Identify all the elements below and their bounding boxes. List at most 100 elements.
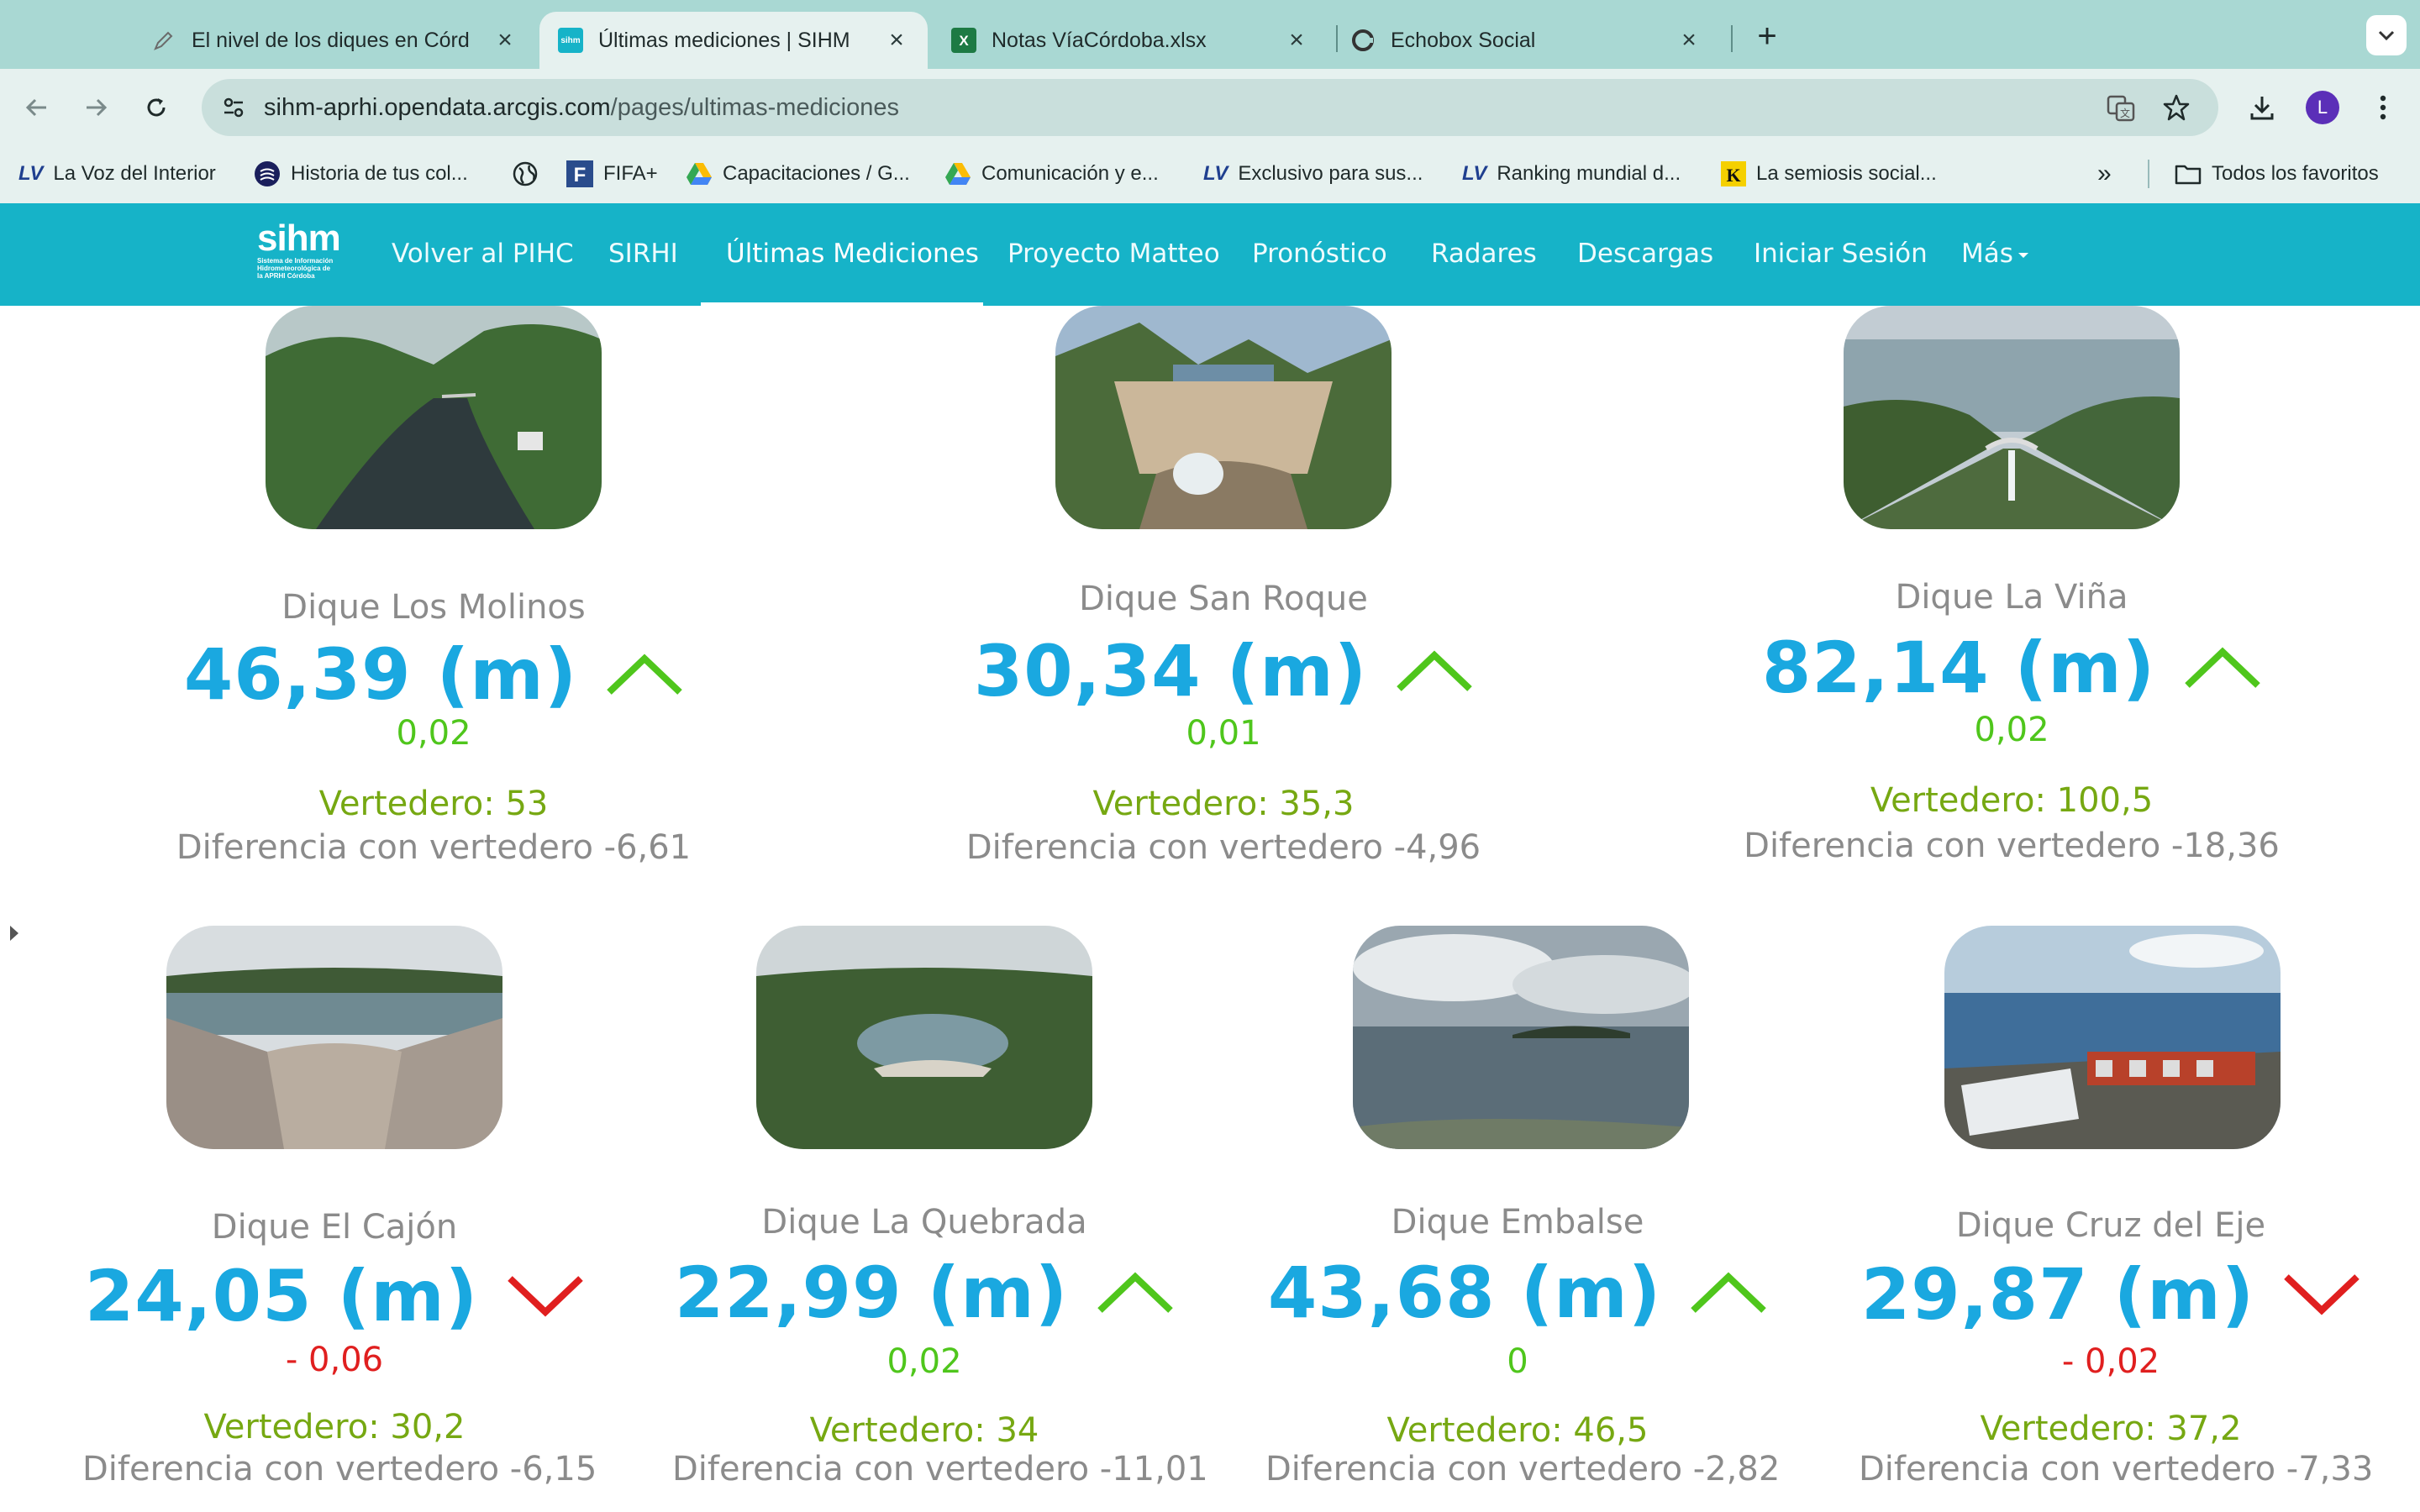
close-icon[interactable]: × <box>1676 26 1702 55</box>
sihm-favicon-icon: sihm <box>558 28 583 53</box>
bookmark-comunicacion[interactable]: Comunicación y e... <box>944 160 1159 188</box>
trend-up-icon <box>1690 1272 1767 1314</box>
download-icon <box>2250 97 2274 120</box>
nav-radares[interactable]: Radares <box>1431 239 1537 269</box>
pencil-icon <box>151 28 176 53</box>
svg-text:文: 文 <box>2120 107 2130 119</box>
trend-up-icon <box>1396 650 1473 692</box>
dam-difference: Diferencia con vertedero -4,96 <box>965 828 1481 867</box>
bookmark-semiosis[interactable]: K La semiosis social... <box>1721 160 1937 188</box>
back-button[interactable] <box>17 87 57 128</box>
close-icon[interactable]: × <box>884 26 909 55</box>
dam-difference: Diferencia con vertedero -6,61 <box>176 828 692 867</box>
new-tab-button[interactable]: + <box>1746 17 1788 59</box>
dam-delta: 0,02 <box>396 714 471 753</box>
svg-text:sihm: sihm <box>560 36 580 45</box>
dam-difference: Diferencia con vertedero -2,82 <box>1265 1450 1781 1488</box>
url-host: sihm-aprhi.opendata.arcgis.com <box>264 94 611 121</box>
nav-pronostico[interactable]: Pronóstico <box>1252 239 1387 269</box>
browser-toolbar: sihm-aprhi.opendata.arcgis.com/pages/ult… <box>0 69 2420 144</box>
browser-menu-button[interactable] <box>2363 87 2403 128</box>
dam-level: 24,05 (m) <box>82 1255 587 1337</box>
bookmark-label: Historia de tus col... <box>291 162 468 185</box>
drive-icon <box>686 161 713 186</box>
tab-separator <box>1731 25 1733 52</box>
nav-ultimas-mediciones[interactable]: Últimas Mediciones <box>726 239 979 269</box>
dam-level-value: 22,99 (m) <box>674 1252 1069 1334</box>
side-panel-toggle-icon[interactable] <box>10 926 18 941</box>
tab-diques-article[interactable]: El nivel de los diques en Córd × <box>133 12 536 69</box>
bookmark-label: Todos los favoritos <box>2212 162 2379 185</box>
dam-name: Dique Embalse <box>1391 1203 1644 1242</box>
dam-spillway: Vertedero: 34 <box>809 1411 1039 1450</box>
dam-delta: 0,02 <box>1974 711 2049 749</box>
tab-sihm[interactable]: sihm Últimas mediciones | SIHM × <box>539 12 928 69</box>
tab-label: Echobox Social <box>1391 28 1536 52</box>
translate-icon[interactable]: 文 <box>2106 92 2136 123</box>
bookmark-globe[interactable] <box>513 160 548 188</box>
dam-level: 29,87 (m) <box>1859 1253 2363 1336</box>
tab-search-button[interactable] <box>2366 15 2407 55</box>
svg-text:K: K <box>1726 165 1740 186</box>
globe-icon <box>513 161 538 186</box>
close-icon[interactable]: × <box>1284 26 1309 55</box>
trend-down-icon <box>2283 1273 2360 1315</box>
nav-mas[interactable]: Más <box>1961 239 2030 269</box>
forward-button[interactable] <box>76 87 116 128</box>
nav-volver-pihc[interactable]: Volver al PIHC <box>392 239 574 269</box>
all-bookmarks-button[interactable]: Todos los favoritos <box>2175 160 2379 188</box>
avatar: L <box>2306 91 2339 124</box>
tab-excel[interactable]: X Notas VíaCórdoba.xlsx × <box>933 12 1328 69</box>
address-bar[interactable]: sihm-aprhi.opendata.arcgis.com/pages/ult… <box>202 79 2218 136</box>
bookmark-exclusivo[interactable]: LV Exclusivo para sus... <box>1203 160 1423 188</box>
logo-text: sihm <box>257 218 341 259</box>
bookmark-historia[interactable]: Historia de tus col... <box>254 160 468 188</box>
tab-echobox[interactable]: Echobox Social × <box>1332 12 1720 69</box>
more-vertical-icon <box>2380 95 2386 120</box>
dam-photo <box>166 926 502 1149</box>
nav-iniciar-sesion[interactable]: Iniciar Sesión <box>1754 239 1928 269</box>
reload-button[interactable] <box>136 87 176 128</box>
tab-label: Últimas mediciones | SIHM <box>598 28 850 52</box>
dam-difference: Diferencia con vertedero -6,15 <box>82 1450 597 1488</box>
dam-difference: Diferencia con vertedero -11,01 <box>672 1450 1208 1488</box>
sihm-logo[interactable]: sihm Sistema de Información Hidrometeoro… <box>257 218 341 291</box>
dam-card-cruz-del-eje: Dique Cruz del Eje 29,87 (m) - 0,02 Vert… <box>1859 926 2374 1497</box>
profile-button[interactable]: L <box>2302 87 2343 128</box>
dam-card-el-cajon: Dique El Cajón 24,05 (m) - 0,06 Verteder… <box>82 926 597 1497</box>
url-text[interactable]: sihm-aprhi.opendata.arcgis.com/pages/ult… <box>264 94 899 122</box>
bookmark-capacitaciones[interactable]: Capacitaciones / G... <box>686 160 910 188</box>
drive-icon <box>944 161 971 186</box>
chevron-down-icon <box>2378 30 2395 41</box>
bookmark-la-voz[interactable]: LV La Voz del Interior <box>18 160 216 188</box>
dam-name: Dique La Viña <box>1895 578 2128 617</box>
bookmark-label: Ranking mundial d... <box>1497 162 1681 185</box>
bookmark-fifa[interactable]: F FIFA+ <box>566 160 658 188</box>
bookmark-star-icon[interactable] <box>2161 92 2191 123</box>
dam-difference: Diferencia con vertedero -7,33 <box>1859 1450 2374 1488</box>
lv-icon: LV <box>1203 162 1228 185</box>
bookmarks-overflow-button[interactable]: » <box>2097 160 2112 188</box>
dam-photo <box>1844 306 2180 529</box>
downloads-button[interactable] <box>2242 87 2282 128</box>
tab-label: El nivel de los diques en Córd <box>192 28 470 52</box>
bookmark-label: Capacitaciones / G... <box>723 162 910 185</box>
reload-icon <box>147 98 166 117</box>
nav-proyecto-matteo[interactable]: Proyecto Matteo <box>1007 239 1220 269</box>
lv-icon: LV <box>1462 162 1487 185</box>
nav-sirhi[interactable]: SIRHI <box>608 239 678 269</box>
dam-name: Dique San Roque <box>1079 580 1368 618</box>
site-settings-icon[interactable] <box>218 92 249 123</box>
close-icon[interactable]: × <box>492 26 518 55</box>
excel-icon: X <box>951 28 976 53</box>
dam-level-value: 29,87 (m) <box>1860 1253 2255 1336</box>
fifa-icon: F <box>566 160 593 187</box>
url-path: /pages/ultimas-mediciones <box>610 94 899 121</box>
lv-icon: LV <box>18 162 44 185</box>
trend-down-icon <box>507 1275 584 1317</box>
bookmark-label: Exclusivo para sus... <box>1238 162 1423 185</box>
site-navbar: sihm Sistema de Información Hidrometeoro… <box>0 203 2420 307</box>
dam-level: 46,39 (m) <box>165 633 702 716</box>
nav-descargas[interactable]: Descargas <box>1577 239 1713 269</box>
bookmark-ranking[interactable]: LV Ranking mundial d... <box>1462 160 1681 188</box>
